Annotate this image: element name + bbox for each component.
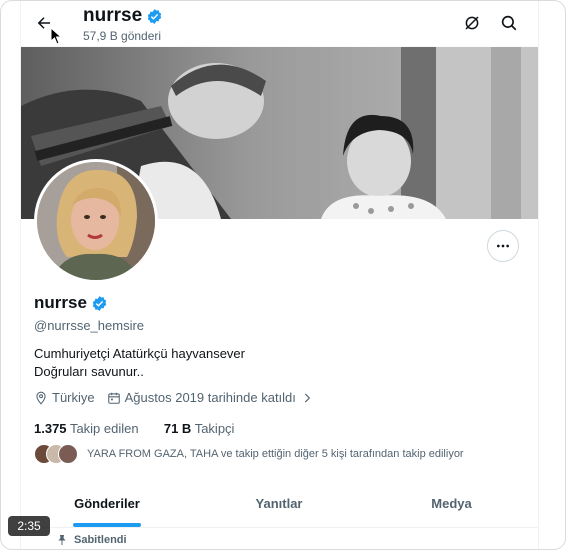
browser-frame: nurrse 57,9 B gönderi nurrse @nurrsse_he… bbox=[0, 0, 566, 550]
tab-label: Medya bbox=[431, 495, 472, 511]
tab-label: Yanıtlar bbox=[255, 495, 303, 511]
grok-button[interactable] bbox=[461, 12, 483, 34]
followed-by-text: YARA FROM GAZA, TAHA ve takip ettiğin di… bbox=[87, 448, 464, 460]
tab-media[interactable]: Medya bbox=[365, 479, 538, 527]
search-icon bbox=[501, 15, 517, 31]
verified-badge-icon[interactable] bbox=[91, 295, 108, 312]
follow-stats: 1.375 Takip edilen 71 B Takipçi bbox=[34, 421, 234, 436]
avatar-image bbox=[37, 162, 155, 280]
profile-avatar[interactable] bbox=[34, 159, 158, 283]
profile-name-text: nurrse bbox=[34, 293, 87, 312]
profile-tabs: Gönderiler Yanıtlar Medya bbox=[21, 479, 538, 528]
chevron-right-icon bbox=[304, 393, 311, 402]
pin-icon bbox=[58, 535, 66, 545]
tab-replies[interactable]: Yanıtlar bbox=[193, 479, 365, 527]
column-border-right bbox=[538, 1, 539, 549]
active-tab-indicator bbox=[73, 523, 141, 527]
pinned-label: Sabitlendi bbox=[74, 534, 127, 546]
followers-label: Takipçi bbox=[194, 421, 235, 436]
following-count: 1.375 bbox=[34, 421, 67, 436]
bio-line: Doğruları savunur.. bbox=[34, 364, 144, 379]
followed-by-row[interactable]: YARA FROM GAZA, TAHA ve takip ettiğin di… bbox=[34, 444, 464, 464]
joined-item[interactable]: Ağustos 2019 tarihinde katıldı bbox=[107, 390, 318, 405]
tab-label: Gönderiler bbox=[74, 495, 140, 511]
header-name: nurrse bbox=[83, 5, 163, 27]
profile-header: nurrse 57,9 B gönderi bbox=[21, 1, 538, 47]
mouse-cursor-icon bbox=[50, 27, 62, 45]
more-icon bbox=[497, 244, 509, 248]
profile-handle: @nurrsse_hemsire bbox=[34, 318, 145, 333]
search-button[interactable] bbox=[498, 12, 520, 34]
location-text: Türkiye bbox=[52, 390, 95, 405]
follower-avatars bbox=[34, 444, 78, 464]
profile-meta: Türkiye Ağustos 2019 tarihinde katıldı bbox=[34, 390, 330, 405]
following-link[interactable]: 1.375 Takip edilen bbox=[34, 421, 139, 436]
verified-badge-icon[interactable] bbox=[146, 8, 163, 25]
bio-line: Cumhuriyetçi Atatürkçü hayvansever bbox=[34, 346, 245, 361]
calendar-icon bbox=[107, 392, 120, 404]
pinned-indicator: Sabitlendi bbox=[56, 534, 127, 546]
header-post-count: 57,9 B gönderi bbox=[83, 29, 162, 43]
video-timestamp: 2:35 bbox=[8, 516, 50, 536]
location-item: Türkiye bbox=[34, 390, 95, 405]
followers-count: 71 B bbox=[163, 421, 192, 436]
profile-bio: Cumhuriyetçi Atatürkçü hayvansever Doğru… bbox=[34, 345, 245, 381]
joined-text: Ağustos 2019 tarihinde katıldı bbox=[124, 390, 296, 405]
location-icon bbox=[36, 391, 46, 405]
profile-name: nurrse bbox=[34, 293, 108, 313]
more-button[interactable] bbox=[487, 230, 519, 262]
following-label: Takip edilen bbox=[69, 421, 139, 436]
follower-avatar bbox=[58, 444, 78, 464]
header-name-text: nurrse bbox=[83, 5, 143, 26]
grok-icon bbox=[465, 16, 479, 30]
followers-link[interactable]: 71 B Takipçi bbox=[164, 421, 235, 436]
